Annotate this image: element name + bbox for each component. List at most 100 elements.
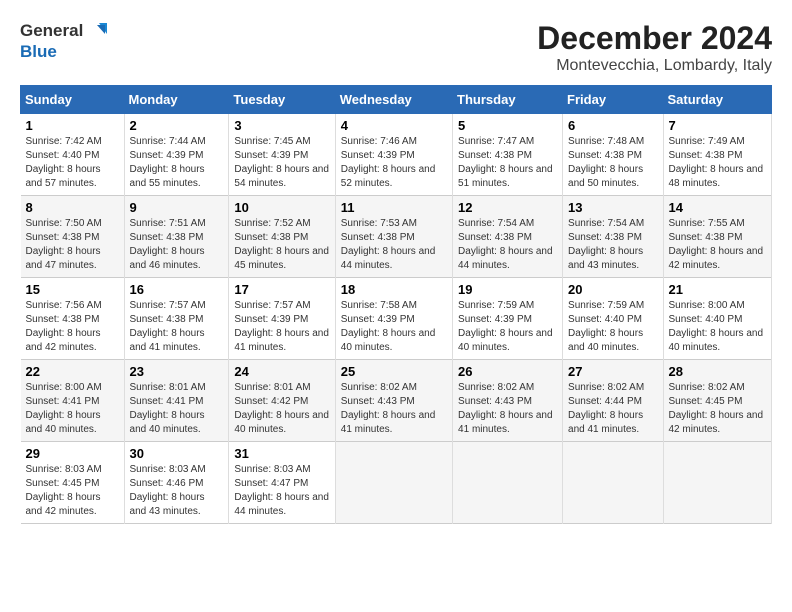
calendar-cell: 11 Sunrise: 7:53 AM Sunset: 4:38 PM Dayl… — [335, 196, 452, 278]
day-info: Sunrise: 7:57 AM Sunset: 4:39 PM Dayligh… — [234, 299, 329, 355]
day-info: Sunrise: 7:45 AM Sunset: 4:39 PM Dayligh… — [234, 135, 329, 191]
calendar-cell: 7 Sunrise: 7:49 AM Sunset: 4:38 PM Dayli… — [663, 114, 772, 196]
day-info: Sunrise: 8:03 AM Sunset: 4:47 PM Dayligh… — [234, 463, 329, 519]
day-number: 3 — [234, 118, 329, 133]
calendar-cell: 20 Sunrise: 7:59 AM Sunset: 4:40 PM Dayl… — [563, 278, 663, 360]
day-info: Sunrise: 7:59 AM Sunset: 4:40 PM Dayligh… — [568, 299, 657, 355]
calendar-cell: 1 Sunrise: 7:42 AM Sunset: 4:40 PM Dayli… — [21, 114, 125, 196]
calendar-cell: 3 Sunrise: 7:45 AM Sunset: 4:39 PM Dayli… — [229, 114, 335, 196]
day-info: Sunrise: 7:59 AM Sunset: 4:39 PM Dayligh… — [458, 299, 557, 355]
day-number: 20 — [568, 282, 657, 297]
day-number: 14 — [669, 200, 767, 215]
calendar-cell: 30 Sunrise: 8:03 AM Sunset: 4:46 PM Dayl… — [124, 442, 229, 524]
day-number: 31 — [234, 446, 329, 461]
main-title: December 2024 — [537, 20, 772, 57]
logo-bird-icon — [85, 20, 107, 42]
day-number: 11 — [341, 200, 447, 215]
calendar-cell: 17 Sunrise: 7:57 AM Sunset: 4:39 PM Dayl… — [229, 278, 335, 360]
week-row-4: 22 Sunrise: 8:00 AM Sunset: 4:41 PM Dayl… — [21, 360, 772, 442]
calendar-cell: 27 Sunrise: 8:02 AM Sunset: 4:44 PM Dayl… — [563, 360, 663, 442]
day-number: 25 — [341, 364, 447, 379]
day-number: 18 — [341, 282, 447, 297]
day-number: 16 — [130, 282, 224, 297]
day-number: 24 — [234, 364, 329, 379]
calendar-cell: 5 Sunrise: 7:47 AM Sunset: 4:38 PM Dayli… — [453, 114, 563, 196]
sub-title: Montevecchia, Lombardy, Italy — [537, 57, 772, 75]
day-info: Sunrise: 7:47 AM Sunset: 4:38 PM Dayligh… — [458, 135, 557, 191]
day-info: Sunrise: 7:42 AM Sunset: 4:40 PM Dayligh… — [26, 135, 119, 191]
calendar-cell: 21 Sunrise: 8:00 AM Sunset: 4:40 PM Dayl… — [663, 278, 772, 360]
calendar-cell: 2 Sunrise: 7:44 AM Sunset: 4:39 PM Dayli… — [124, 114, 229, 196]
day-number: 27 — [568, 364, 657, 379]
calendar-cell: 25 Sunrise: 8:02 AM Sunset: 4:43 PM Dayl… — [335, 360, 452, 442]
calendar-cell: 15 Sunrise: 7:56 AM Sunset: 4:38 PM Dayl… — [21, 278, 125, 360]
day-number: 8 — [26, 200, 119, 215]
day-info: Sunrise: 8:01 AM Sunset: 4:42 PM Dayligh… — [234, 381, 329, 437]
day-number: 9 — [130, 200, 224, 215]
calendar-cell: 10 Sunrise: 7:52 AM Sunset: 4:38 PM Dayl… — [229, 196, 335, 278]
logo-general: General — [20, 21, 83, 41]
day-info: Sunrise: 7:58 AM Sunset: 4:39 PM Dayligh… — [341, 299, 447, 355]
day-number: 19 — [458, 282, 557, 297]
day-info: Sunrise: 7:48 AM Sunset: 4:38 PM Dayligh… — [568, 135, 657, 191]
day-info: Sunrise: 8:02 AM Sunset: 4:44 PM Dayligh… — [568, 381, 657, 437]
calendar-cell: 12 Sunrise: 7:54 AM Sunset: 4:38 PM Dayl… — [453, 196, 563, 278]
calendar-cell: 22 Sunrise: 8:00 AM Sunset: 4:41 PM Dayl… — [21, 360, 125, 442]
day-info: Sunrise: 8:03 AM Sunset: 4:46 PM Dayligh… — [130, 463, 224, 519]
weekday-header-friday: Friday — [563, 86, 663, 114]
calendar-cell: 19 Sunrise: 7:59 AM Sunset: 4:39 PM Dayl… — [453, 278, 563, 360]
day-info: Sunrise: 8:00 AM Sunset: 4:40 PM Dayligh… — [669, 299, 767, 355]
calendar-cell — [663, 442, 772, 524]
calendar-cell: 18 Sunrise: 7:58 AM Sunset: 4:39 PM Dayl… — [335, 278, 452, 360]
day-info: Sunrise: 7:50 AM Sunset: 4:38 PM Dayligh… — [26, 217, 119, 273]
week-row-2: 8 Sunrise: 7:50 AM Sunset: 4:38 PM Dayli… — [21, 196, 772, 278]
day-info: Sunrise: 7:51 AM Sunset: 4:38 PM Dayligh… — [130, 217, 224, 273]
day-number: 13 — [568, 200, 657, 215]
day-number: 26 — [458, 364, 557, 379]
day-number: 7 — [669, 118, 767, 133]
day-info: Sunrise: 7:52 AM Sunset: 4:38 PM Dayligh… — [234, 217, 329, 273]
day-number: 21 — [669, 282, 767, 297]
logo-blue: Blue — [20, 42, 57, 62]
day-number: 2 — [130, 118, 224, 133]
calendar-cell: 9 Sunrise: 7:51 AM Sunset: 4:38 PM Dayli… — [124, 196, 229, 278]
day-info: Sunrise: 7:54 AM Sunset: 4:38 PM Dayligh… — [458, 217, 557, 273]
weekday-header-tuesday: Tuesday — [229, 86, 335, 114]
header-row: SundayMondayTuesdayWednesdayThursdayFrid… — [21, 86, 772, 114]
weekday-header-thursday: Thursday — [453, 86, 563, 114]
day-info: Sunrise: 7:44 AM Sunset: 4:39 PM Dayligh… — [130, 135, 224, 191]
day-number: 12 — [458, 200, 557, 215]
calendar-cell: 31 Sunrise: 8:03 AM Sunset: 4:47 PM Dayl… — [229, 442, 335, 524]
weekday-header-monday: Monday — [124, 86, 229, 114]
weekday-header-saturday: Saturday — [663, 86, 772, 114]
week-row-5: 29 Sunrise: 8:03 AM Sunset: 4:45 PM Dayl… — [21, 442, 772, 524]
day-info: Sunrise: 7:55 AM Sunset: 4:38 PM Dayligh… — [669, 217, 767, 273]
day-info: Sunrise: 7:56 AM Sunset: 4:38 PM Dayligh… — [26, 299, 119, 355]
day-number: 23 — [130, 364, 224, 379]
calendar-cell: 4 Sunrise: 7:46 AM Sunset: 4:39 PM Dayli… — [335, 114, 452, 196]
calendar-cell: 23 Sunrise: 8:01 AM Sunset: 4:41 PM Dayl… — [124, 360, 229, 442]
weekday-header-wednesday: Wednesday — [335, 86, 452, 114]
day-info: Sunrise: 7:53 AM Sunset: 4:38 PM Dayligh… — [341, 217, 447, 273]
day-number: 6 — [568, 118, 657, 133]
calendar-cell: 14 Sunrise: 7:55 AM Sunset: 4:38 PM Dayl… — [663, 196, 772, 278]
week-row-1: 1 Sunrise: 7:42 AM Sunset: 4:40 PM Dayli… — [21, 114, 772, 196]
calendar-cell — [335, 442, 452, 524]
calendar-cell: 28 Sunrise: 8:02 AM Sunset: 4:45 PM Dayl… — [663, 360, 772, 442]
calendar-cell: 24 Sunrise: 8:01 AM Sunset: 4:42 PM Dayl… — [229, 360, 335, 442]
day-number: 30 — [130, 446, 224, 461]
calendar-cell: 26 Sunrise: 8:02 AM Sunset: 4:43 PM Dayl… — [453, 360, 563, 442]
day-info: Sunrise: 7:46 AM Sunset: 4:39 PM Dayligh… — [341, 135, 447, 191]
day-number: 5 — [458, 118, 557, 133]
weekday-header-sunday: Sunday — [21, 86, 125, 114]
header: General Blue December 2024 Montevecchia,… — [20, 20, 772, 75]
day-number: 4 — [341, 118, 447, 133]
calendar-cell: 8 Sunrise: 7:50 AM Sunset: 4:38 PM Dayli… — [21, 196, 125, 278]
day-number: 10 — [234, 200, 329, 215]
calendar-cell: 6 Sunrise: 7:48 AM Sunset: 4:38 PM Dayli… — [563, 114, 663, 196]
day-info: Sunrise: 8:02 AM Sunset: 4:45 PM Dayligh… — [669, 381, 767, 437]
day-number: 22 — [26, 364, 119, 379]
day-number: 1 — [26, 118, 119, 133]
calendar-table: SundayMondayTuesdayWednesdayThursdayFrid… — [20, 85, 772, 524]
calendar-cell: 29 Sunrise: 8:03 AM Sunset: 4:45 PM Dayl… — [21, 442, 125, 524]
